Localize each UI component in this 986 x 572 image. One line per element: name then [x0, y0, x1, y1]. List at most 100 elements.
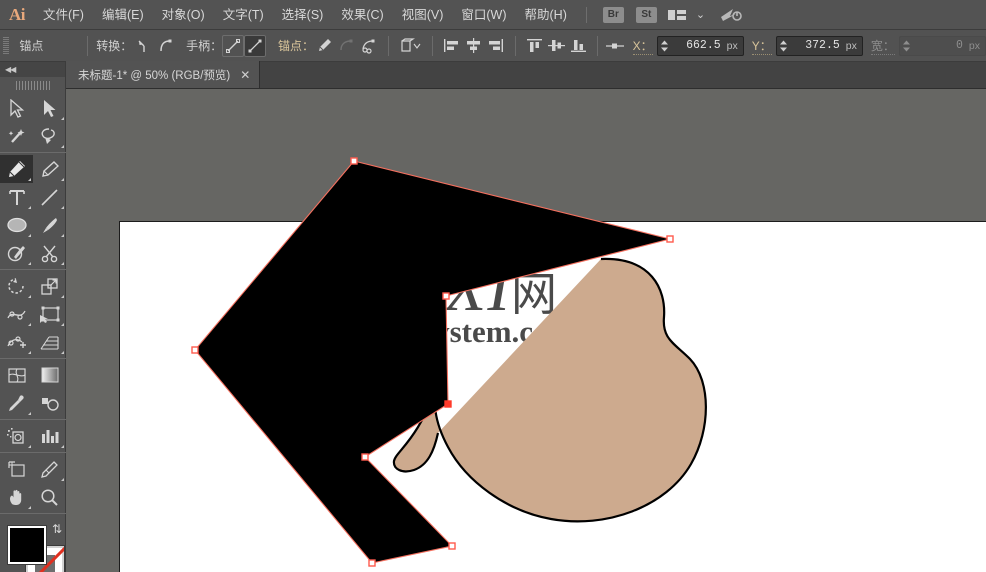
tool-flyout-corner	[28, 351, 31, 354]
anchor-point[interactable]	[362, 454, 368, 460]
convert-to-corner-icon[interactable]	[132, 35, 154, 57]
isolate-selected-object-icon[interactable]	[397, 35, 424, 57]
magic-wand-tool[interactable]	[0, 122, 33, 150]
document-tab[interactable]: 未标题-1* @ 50% (RGB/预览) ✕	[66, 61, 260, 88]
tool-flyout-corner	[28, 206, 31, 209]
align-bottom-icon[interactable]	[568, 35, 590, 57]
curvature-tool[interactable]	[33, 155, 66, 183]
align-horizontal-center-icon[interactable]	[463, 35, 485, 57]
eyedropper-tool[interactable]	[0, 389, 33, 417]
divider	[515, 36, 516, 56]
menu-view[interactable]: 视图(V)	[393, 0, 453, 30]
selection-tool[interactable]	[0, 94, 33, 122]
menu-select[interactable]: 选择(S)	[273, 0, 333, 30]
remove-anchor-pen-icon[interactable]	[314, 35, 336, 57]
blend-tool[interactable]	[33, 389, 66, 417]
y-coordinate-field[interactable]: 372.5 px	[776, 36, 863, 56]
x-coordinate-value[interactable]: 662.5	[671, 39, 727, 52]
anchor-point-selected[interactable]	[445, 401, 451, 407]
type-tool[interactable]	[0, 183, 33, 211]
menu-object[interactable]: 对象(O)	[153, 0, 214, 30]
bridge-button[interactable]: Br	[603, 7, 624, 23]
tool-flyout-corner	[61, 117, 64, 120]
fill-swatch[interactable]	[8, 526, 46, 564]
tools-panel-grip[interactable]	[16, 81, 50, 90]
shaper-tool[interactable]	[0, 239, 33, 267]
y-coordinate-label[interactable]: Y：	[752, 37, 772, 55]
tool-flyout-corner	[28, 295, 31, 298]
width-field: 0 px	[899, 36, 986, 56]
tool-flyout-corner	[61, 478, 64, 481]
hide-handles-icon[interactable]	[244, 35, 266, 57]
ellipse-tool[interactable]	[0, 211, 33, 239]
lasso-tool[interactable]	[33, 122, 66, 150]
line-segment-tool[interactable]	[33, 183, 66, 211]
zoom-tool[interactable]	[33, 483, 66, 511]
direct-selection-tool[interactable]	[33, 94, 66, 122]
scissors-tool[interactable]	[33, 239, 66, 267]
tool-divider	[0, 513, 66, 514]
symbol-sprayer-tool[interactable]	[0, 422, 33, 450]
tools-grid	[0, 94, 66, 516]
workspace-caret-icon[interactable]: ⌄	[696, 8, 705, 21]
transform-handle-icon[interactable]	[606, 35, 624, 57]
tool-divider	[0, 452, 66, 453]
anchor-point[interactable]	[449, 543, 455, 549]
y-stepper[interactable]	[777, 39, 790, 53]
scale-tool[interactable]	[33, 272, 66, 300]
cut-path-at-anchor-icon[interactable]	[358, 35, 380, 57]
hand-tool[interactable]	[0, 483, 33, 511]
anchor-point[interactable]	[369, 560, 375, 566]
align-right-icon[interactable]	[485, 35, 507, 57]
align-vertical-center-icon[interactable]	[546, 35, 568, 57]
tool-flyout-corner	[28, 445, 31, 448]
shape-builder-tool[interactable]	[0, 328, 33, 356]
tool-flyout-corner	[61, 351, 64, 354]
connect-anchor-icon[interactable]	[336, 35, 358, 57]
control-bar-grip[interactable]	[3, 37, 9, 55]
convert-to-smooth-icon[interactable]	[154, 35, 176, 57]
search-adobe-icon[interactable]	[720, 7, 742, 23]
menu-window[interactable]: 窗口(W)	[452, 0, 515, 30]
paintbrush-tool[interactable]	[33, 211, 66, 239]
perspective-grid-tool[interactable]	[33, 328, 66, 356]
anchor-point[interactable]	[192, 347, 198, 353]
x-coordinate-field[interactable]: 662.5 px	[657, 36, 744, 56]
y-coordinate-value[interactable]: 372.5	[790, 39, 846, 52]
menu-effect[interactable]: 效果(C)	[332, 0, 392, 30]
menu-type[interactable]: 文字(T)	[214, 0, 273, 30]
align-top-icon[interactable]	[524, 35, 546, 57]
divider	[388, 36, 389, 56]
gradient-tool[interactable]	[33, 361, 66, 389]
selection-type-label: 锚点	[19, 37, 79, 54]
convert-label: 转换：	[96, 37, 132, 54]
free-transform-tool[interactable]	[33, 300, 66, 328]
x-unit: px	[727, 40, 738, 52]
anchor-point[interactable]	[443, 293, 449, 299]
workspace-switcher-icon[interactable]	[668, 9, 686, 21]
show-handles-icon[interactable]	[222, 35, 244, 57]
column-graph-tool[interactable]	[33, 422, 66, 450]
x-coordinate-label[interactable]: X：	[633, 37, 653, 55]
tools-collapse-button[interactable]: ◀◀	[0, 62, 65, 77]
artwork-layer[interactable]	[66, 89, 986, 572]
menu-help[interactable]: 帮助(H)	[516, 0, 576, 30]
document-tab-bar: 未标题-1* @ 50% (RGB/预览) ✕	[66, 62, 986, 89]
rotate-tool[interactable]	[0, 272, 33, 300]
menu-edit[interactable]: 编辑(E)	[93, 0, 153, 30]
artboard-tool[interactable]	[0, 455, 33, 483]
menu-file[interactable]: 文件(F)	[34, 0, 93, 30]
align-left-icon[interactable]	[441, 35, 463, 57]
x-stepper[interactable]	[658, 39, 671, 53]
anchor-point[interactable]	[667, 236, 673, 242]
anchor-point[interactable]	[351, 158, 357, 164]
swap-fill-stroke-icon[interactable]: ⇅	[52, 522, 62, 536]
slice-tool[interactable]	[33, 455, 66, 483]
app-logo-icon: Ai	[0, 0, 34, 30]
stock-button[interactable]: St	[636, 7, 657, 23]
pen-tool[interactable]	[0, 155, 33, 183]
canvas-area[interactable]: GXI网 system.com	[66, 89, 986, 572]
width-tool[interactable]	[0, 300, 33, 328]
mesh-tool[interactable]	[0, 361, 33, 389]
close-icon[interactable]: ✕	[240, 69, 250, 81]
